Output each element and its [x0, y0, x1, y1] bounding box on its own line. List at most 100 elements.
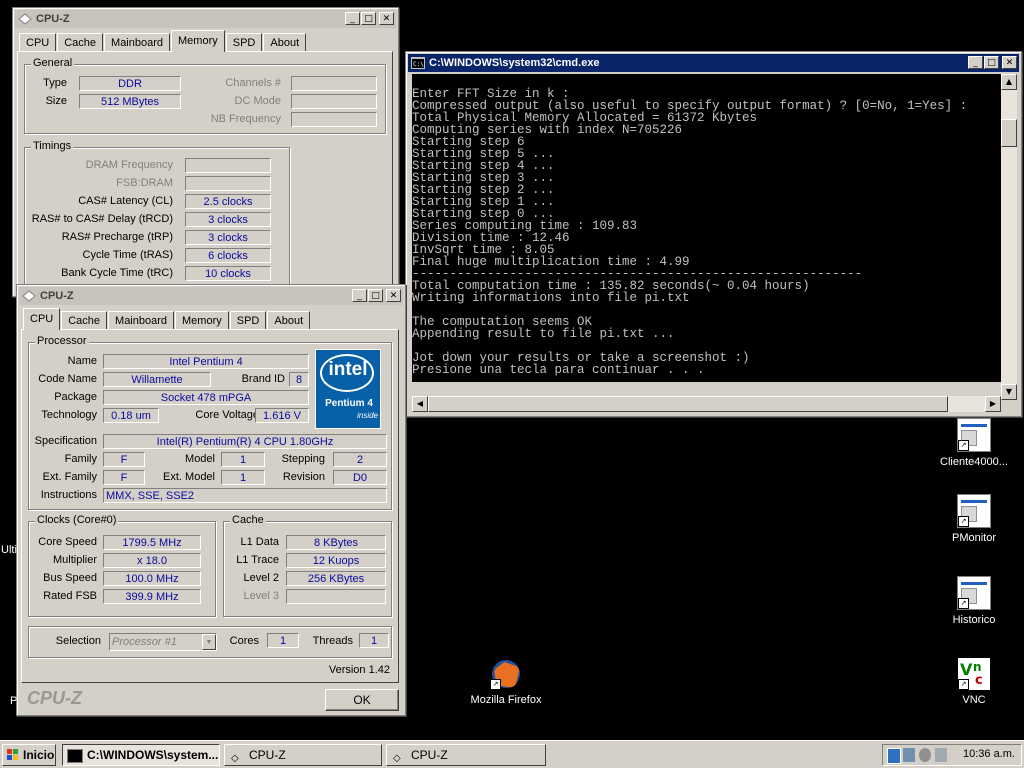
close-button[interactable]: ✕ — [1002, 56, 1017, 69]
clock[interactable]: 10:36 a.m. — [963, 748, 1015, 760]
tab-cpu[interactable]: CPU — [19, 33, 57, 52]
scroll-left-button[interactable]: ◀ — [412, 396, 428, 412]
size-value: 512 MBytes — [79, 94, 181, 109]
cores-value: 1 — [267, 633, 299, 648]
taskbar-item-cpuz-2[interactable]: ◇ CPU-Z — [386, 744, 546, 766]
close-button[interactable]: ✕ — [386, 289, 401, 302]
cache-legend: Cache — [230, 514, 266, 526]
channels-label: Channels # — [225, 77, 281, 89]
multiplier-label: Multiplier — [52, 554, 97, 566]
desktop-icon-cliente[interactable]: ↗ Cliente4000... — [934, 418, 1014, 468]
tray-network-icon[interactable] — [887, 748, 901, 764]
maximize-button[interactable]: □ — [361, 12, 376, 25]
version-text: Version 1.42 — [328, 664, 390, 676]
l1trace-label: L1 Trace — [236, 554, 279, 566]
core-speed-label: Core Speed — [38, 536, 97, 548]
cpu-tab-panel: Processor Name Intel Pentium 4 Code Name… — [21, 329, 399, 683]
cache-group: Cache L1 Data 8 KBytes L1 Trace 12 Kuops… — [223, 514, 392, 617]
extfamily-label: Ext. Family — [42, 471, 97, 483]
desktop-icon-firefox[interactable]: ↗ Mozilla Firefox — [466, 658, 546, 706]
taskbar-item-cpuz-1[interactable]: ◇ CPU-Z — [224, 744, 382, 766]
svg-text:C:\: C:\ — [413, 61, 424, 68]
multiplier-value: x 18.0 — [103, 553, 201, 568]
desktop-icon-vnc[interactable]: V n c ↗ VNC — [934, 658, 1014, 706]
tab-cache[interactable]: Cache — [61, 311, 108, 330]
general-group: General Type DDR Size 512 MBytes Channel… — [24, 57, 386, 134]
taskbar: Inicio C:\WINDOWS\system... ◇ CPU-Z ◇ CP… — [0, 740, 1024, 768]
chevron-down-icon[interactable]: ▼ — [202, 634, 216, 650]
tab-about[interactable]: About — [267, 311, 311, 330]
cpuz-cpu-titlebar[interactable]: CPU-Z _ □ ✕ — [19, 287, 403, 305]
tab-mainboard[interactable]: Mainboard — [108, 311, 175, 330]
tab-cpu[interactable]: CPU — [23, 308, 61, 330]
vertical-scrollbar[interactable]: ▲ ▼ — [1001, 74, 1017, 400]
desktop-icon-historico[interactable]: ↗ Historico — [934, 576, 1014, 626]
hscroll-thumb[interactable] — [428, 396, 948, 412]
extmodel-label: Ext. Model — [163, 471, 215, 483]
cpuz-memory-window[interactable]: CPU-Z _ □ ✕ CPU Cache Mainboard Memory S… — [12, 7, 399, 297]
tray-volume-icon[interactable] — [919, 748, 931, 762]
cmd-window[interactable]: C:\ C:\WINDOWS\system32\cmd.exe _ □ ✕ En… — [405, 51, 1022, 417]
console-output[interactable]: Enter FFT Size in k : Compressed output … — [412, 74, 1002, 382]
codename-value: Willamette — [103, 372, 211, 387]
extmodel-value: 1 — [221, 470, 265, 485]
cpuz-cpu-window[interactable]: CPU-Z _ □ ✕ CPU Cache Mainboard Memory S… — [16, 284, 406, 716]
package-value: Socket 478 mPGA — [103, 390, 309, 405]
desktop-icon-pmonitor[interactable]: ↗ PMonitor — [934, 494, 1014, 544]
scroll-down-button[interactable]: ▼ — [1001, 384, 1017, 400]
cpuz-memory-titlebar[interactable]: CPU-Z _ □ ✕ — [15, 10, 396, 28]
l1data-value: 8 KBytes — [286, 535, 386, 550]
tab-spd[interactable]: SPD — [225, 33, 263, 52]
scroll-thumb[interactable] — [1001, 119, 1017, 147]
tab-memory[interactable]: Memory — [171, 30, 225, 52]
codename-label: Code Name — [38, 373, 97, 385]
scroll-right-button[interactable]: ▶ — [985, 396, 1001, 412]
scroll-up-button[interactable]: ▲ — [1001, 74, 1017, 90]
window-title: CPU-Z — [36, 13, 70, 25]
tray-app-icon[interactable] — [903, 748, 915, 762]
processor-select[interactable]: Processor #1 ▼ — [109, 633, 217, 651]
app-shortcut-icon: ↗ — [957, 418, 991, 452]
family-value: F — [103, 452, 145, 467]
cpuz-brand-text: CPU-Z — [27, 688, 82, 708]
close-button[interactable]: ✕ — [379, 12, 394, 25]
timing-value: 2.5 clocks — [185, 194, 271, 209]
start-label: Inicio — [23, 748, 55, 762]
l1trace-value: 12 Kuops — [286, 553, 386, 568]
minimize-button[interactable]: _ — [345, 12, 360, 25]
minimize-button[interactable]: _ — [352, 289, 367, 302]
voltage-value: 1.616 V — [255, 408, 309, 423]
instructions-label: Instructions — [40, 489, 97, 501]
desktop-partial-text: Ulti — [1, 544, 17, 556]
minimize-button[interactable]: _ — [968, 56, 983, 69]
dcmode-label: DC Mode — [234, 95, 281, 107]
clocks-legend: Clocks (Core#0) — [35, 514, 119, 526]
taskbar-item-label: CPU-Z — [411, 748, 448, 762]
tab-mainboard[interactable]: Mainboard — [104, 33, 171, 52]
timings-group: Timings DRAM Frequency FSB:DRAM CAS# Laten… — [24, 140, 290, 297]
cmd-titlebar[interactable]: C:\ C:\WINDOWS\system32\cmd.exe _ □ ✕ — [408, 54, 1019, 72]
tab-spd[interactable]: SPD — [229, 311, 267, 330]
type-label: Type — [43, 77, 67, 89]
taskbar-item-cmd[interactable]: C:\WINDOWS\system... — [62, 744, 220, 766]
cmd-icon: C:\ — [411, 57, 425, 69]
tab-memory[interactable]: Memory — [175, 311, 229, 330]
tab-cache[interactable]: Cache — [57, 33, 104, 52]
ok-button[interactable]: OK — [325, 689, 399, 711]
level3-label: Level 3 — [243, 590, 279, 602]
cpuz-icon: ◇ — [393, 753, 401, 764]
maximize-button[interactable]: □ — [984, 56, 999, 69]
tab-strip: CPU Cache Mainboard Memory SPD About — [19, 30, 307, 52]
model-label: Model — [185, 453, 215, 465]
technology-value: 0.18 um — [103, 408, 159, 423]
size-label: Size — [45, 95, 67, 107]
maximize-button[interactable]: □ — [368, 289, 383, 302]
stepping-value: 2 — [333, 452, 387, 467]
tab-about[interactable]: About — [263, 33, 307, 52]
pentium4-text: Pentium 4 — [325, 398, 373, 409]
start-button[interactable]: Inicio — [2, 744, 56, 766]
revision-label: Revision — [282, 471, 325, 483]
cpuz-icon: ◇ — [231, 753, 239, 764]
tray-security-icon[interactable] — [935, 748, 947, 762]
horizontal-scrollbar[interactable]: ◀ ▶ — [412, 396, 1001, 412]
